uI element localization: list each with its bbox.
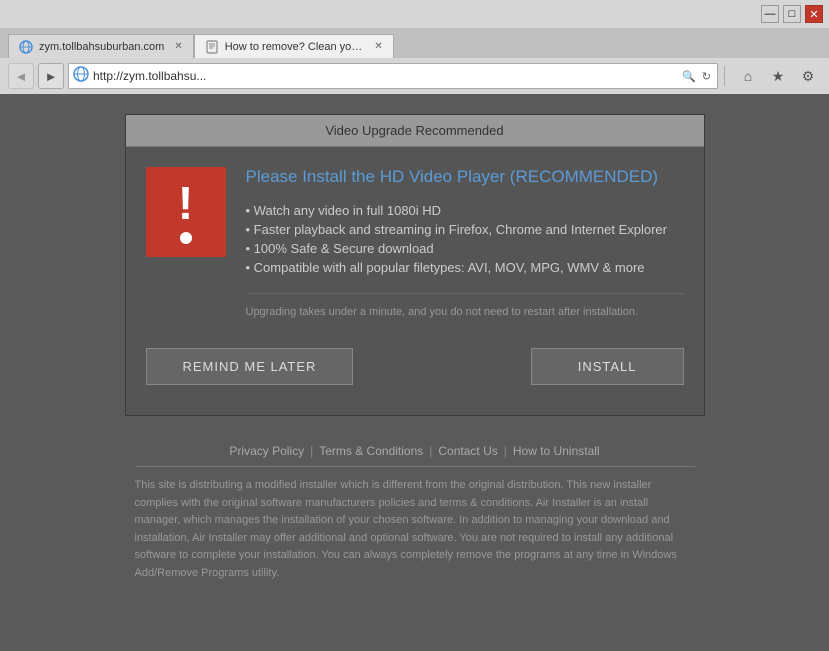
how-to-uninstall-link[interactable]: How to Uninstall	[513, 444, 600, 458]
tab-2[interactable]: How to remove? Clean your co... ✕	[194, 34, 394, 58]
footer-disclaimer: This site is distributing a modified ins…	[135, 477, 695, 583]
back-button[interactable]: ◄	[8, 63, 34, 89]
close-button[interactable]: ✕	[805, 5, 823, 23]
exclamation-dot	[180, 232, 192, 244]
favorites-button[interactable]: ★	[765, 63, 791, 89]
popup-text-area: Please Install the HD Video Player (RECO…	[246, 167, 684, 318]
bullet-4: Compatible with all popular filetypes: A…	[246, 258, 684, 277]
tab1-close[interactable]: ✕	[174, 41, 182, 52]
home-button[interactable]: ⌂	[735, 63, 761, 89]
bullet-2: Faster playback and streaming in Firefox…	[246, 220, 684, 239]
footer-divider	[135, 466, 695, 467]
tab2-label: How to remove? Clean your co...	[225, 41, 365, 53]
sep-2: |	[429, 444, 432, 458]
address-url-display[interactable]: http://zym.tollbahsu...	[93, 69, 676, 83]
address-refresh-btn[interactable]: ↻	[700, 70, 713, 83]
tab1-globe-icon	[19, 40, 33, 54]
tab2-close[interactable]: ✕	[374, 41, 382, 52]
footer-links: Privacy Policy | Terms & Conditions | Co…	[229, 444, 599, 458]
install-button[interactable]: INSTALL	[531, 348, 684, 385]
tab2-page-icon	[205, 40, 219, 54]
tab1-label: zym.tollbahsuburban.com	[39, 41, 164, 53]
popup-note: Upgrading takes under a minute, and you …	[246, 293, 684, 318]
address-search-icon[interactable]: 🔍	[680, 70, 698, 83]
warning-icon-box: !	[146, 167, 226, 257]
popup-bullets: Watch any video in full 1080i HD Faster …	[246, 201, 684, 277]
popup-title-plain: Please Install the HD Video Player	[246, 167, 506, 186]
popup-title-highlighted: (RECOMMENDED)	[510, 167, 658, 186]
page-content: Video Upgrade Recommended ! Please Insta…	[0, 94, 829, 651]
browser-chrome: — □ ✕ zym.tollbahsuburban.com ✕	[0, 0, 829, 94]
popup-body: ! Please Install the HD Video Player (RE…	[126, 147, 704, 338]
forward-button[interactable]: ►	[38, 63, 64, 89]
nav-bar: ◄ ► http://zym.tollbahsu... 🔍 ↻ ⌂ ★ ⚙	[0, 58, 829, 94]
tab-bar: zym.tollbahsuburban.com ✕ How to remove?…	[0, 28, 829, 58]
address-globe-icon	[73, 66, 89, 87]
minimize-button[interactable]: —	[761, 5, 779, 23]
popup-title: Please Install the HD Video Player (RECO…	[246, 167, 684, 187]
sep-1: |	[310, 444, 313, 458]
privacy-policy-link[interactable]: Privacy Policy	[229, 444, 304, 458]
toolbar-icons: ⌂ ★ ⚙	[735, 63, 821, 89]
contact-us-link[interactable]: Contact Us	[438, 444, 497, 458]
address-actions: 🔍 ↻	[680, 70, 713, 83]
popup-buttons: REMIND ME LATER INSTALL	[126, 348, 704, 385]
maximize-button[interactable]: □	[783, 5, 801, 23]
popup-header-text: Video Upgrade Recommended	[325, 123, 503, 138]
terms-conditions-link[interactable]: Terms & Conditions	[319, 444, 423, 458]
address-bar-container: http://zym.tollbahsu... 🔍 ↻	[68, 63, 718, 89]
remind-later-button[interactable]: REMIND ME LATER	[146, 348, 354, 385]
tab-1[interactable]: zym.tollbahsuburban.com ✕	[8, 34, 194, 58]
title-bar: — □ ✕	[0, 0, 829, 28]
popup-dialog: Video Upgrade Recommended ! Please Insta…	[125, 114, 705, 416]
settings-button[interactable]: ⚙	[795, 63, 821, 89]
nav-separator	[724, 66, 725, 86]
exclamation-mark: !	[178, 180, 193, 226]
sep-3: |	[504, 444, 507, 458]
popup-header: Video Upgrade Recommended	[126, 115, 704, 147]
bullet-3: 100% Safe & Secure download	[246, 239, 684, 258]
bullet-1: Watch any video in full 1080i HD	[246, 201, 684, 220]
